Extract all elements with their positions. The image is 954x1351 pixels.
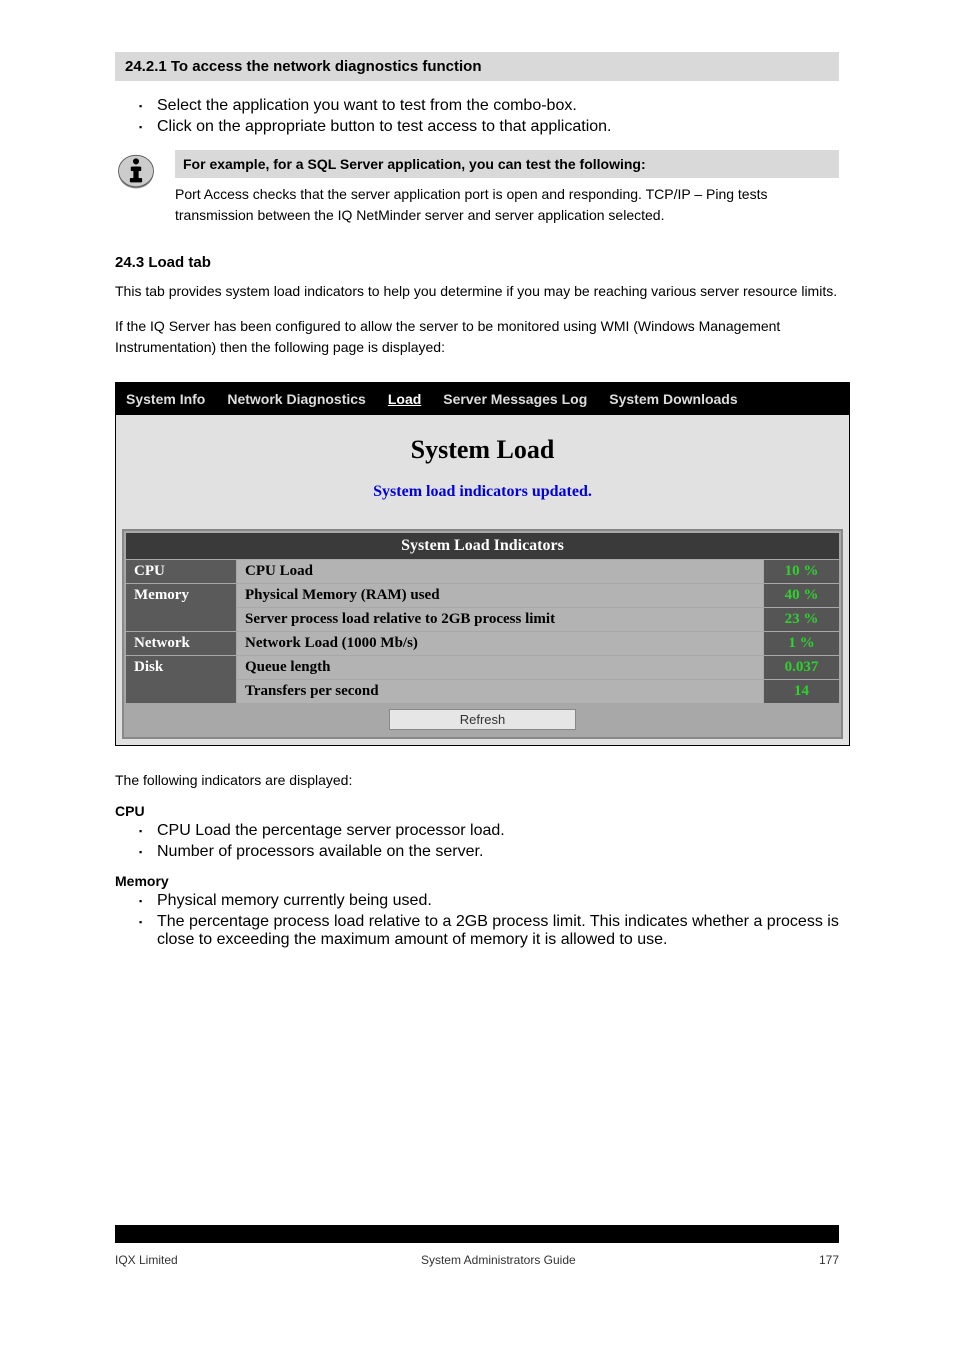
row-value: 14	[764, 680, 839, 703]
row-label: Server process load relative to 2GB proc…	[237, 608, 763, 631]
section-24-3-body-1: This tab provides system load indicators…	[115, 281, 839, 302]
memory-bullet-list: Physical memory currently being used. Th…	[115, 892, 839, 949]
list-item: Number of processors available on the se…	[139, 843, 839, 861]
row-label: Transfers per second	[237, 680, 763, 703]
tab-system-info[interactable]: System Info	[126, 391, 205, 407]
row-value: 10 %	[764, 560, 839, 583]
footer-bar	[115, 1225, 839, 1243]
footer: IQX Limited System Administrators Guide …	[115, 1253, 839, 1267]
section-24-3-body-2: If the IQ Server has been configured to …	[115, 316, 839, 358]
cpu-bullet-list: CPU Load the percentage server processor…	[115, 822, 839, 861]
tab-system-downloads[interactable]: System Downloads	[609, 391, 737, 407]
row-label: Queue length	[237, 656, 763, 679]
footer-left: IQX Limited	[115, 1253, 178, 1267]
footer-center: System Administrators Guide	[421, 1253, 576, 1267]
row-label: CPU Load	[237, 560, 763, 583]
info-example-body: Port Access checks that the server appli…	[175, 184, 839, 226]
table-row: Network Network Load (1000 Mb/s) 1 %	[126, 632, 839, 655]
page-title: System Load	[122, 435, 843, 465]
list-item: CPU Load the percentage server processor…	[139, 822, 839, 840]
row-value: 23 %	[764, 608, 839, 631]
tab-network-diagnostics[interactable]: Network Diagnostics	[227, 391, 365, 407]
tab-load[interactable]: Load	[388, 391, 421, 407]
table-row: Disk Queue length 0.037	[126, 656, 839, 679]
embedded-screenshot: System Info Network Diagnostics Load Ser…	[115, 382, 850, 746]
memory-group-label: Memory	[115, 873, 839, 889]
bullet-list-24-2-1: Select the application you want to test …	[115, 97, 839, 136]
info-example-bar: For example, for a SQL Server applicatio…	[175, 150, 839, 178]
row-category: Memory	[126, 584, 236, 631]
row-category: Disk	[126, 656, 236, 703]
table-row: CPU CPU Load 10 %	[126, 560, 839, 583]
list-item: Select the application you want to test …	[139, 97, 839, 115]
info-icon	[115, 150, 157, 192]
row-value: 40 %	[764, 584, 839, 607]
table-row: Refresh	[126, 704, 839, 735]
row-category: CPU	[126, 560, 236, 583]
row-value: 1 %	[764, 632, 839, 655]
system-load-table: System Load Indicators CPU CPU Load 10 %…	[125, 532, 840, 736]
row-label: Physical Memory (RAM) used	[237, 584, 763, 607]
table-row: Memory Physical Memory (RAM) used 40 %	[126, 584, 839, 607]
row-value: 0.037	[764, 656, 839, 679]
row-category: Network	[126, 632, 236, 655]
list-item: Click on the appropriate button to test …	[139, 118, 839, 136]
list-item: The percentage process load relative to …	[139, 913, 839, 949]
tab-server-messages-log[interactable]: Server Messages Log	[443, 391, 587, 407]
footer-right: 177	[819, 1253, 839, 1267]
tab-bar: System Info Network Diagnostics Load Ser…	[116, 383, 849, 415]
list-item: Physical memory currently being used.	[139, 892, 839, 910]
cpu-group-label: CPU	[115, 803, 839, 819]
status-message: System load indicators updated.	[122, 483, 843, 501]
row-label: Network Load (1000 Mb/s)	[237, 632, 763, 655]
section-heading-24-3: 24.3 Load tab	[115, 254, 839, 271]
section-header-24-2-1: 24.2.1 To access the network diagnostics…	[115, 52, 839, 81]
refresh-button[interactable]: Refresh	[389, 709, 577, 730]
table-title: System Load Indicators	[126, 533, 839, 559]
indicators-intro: The following indicators are displayed:	[115, 770, 839, 791]
